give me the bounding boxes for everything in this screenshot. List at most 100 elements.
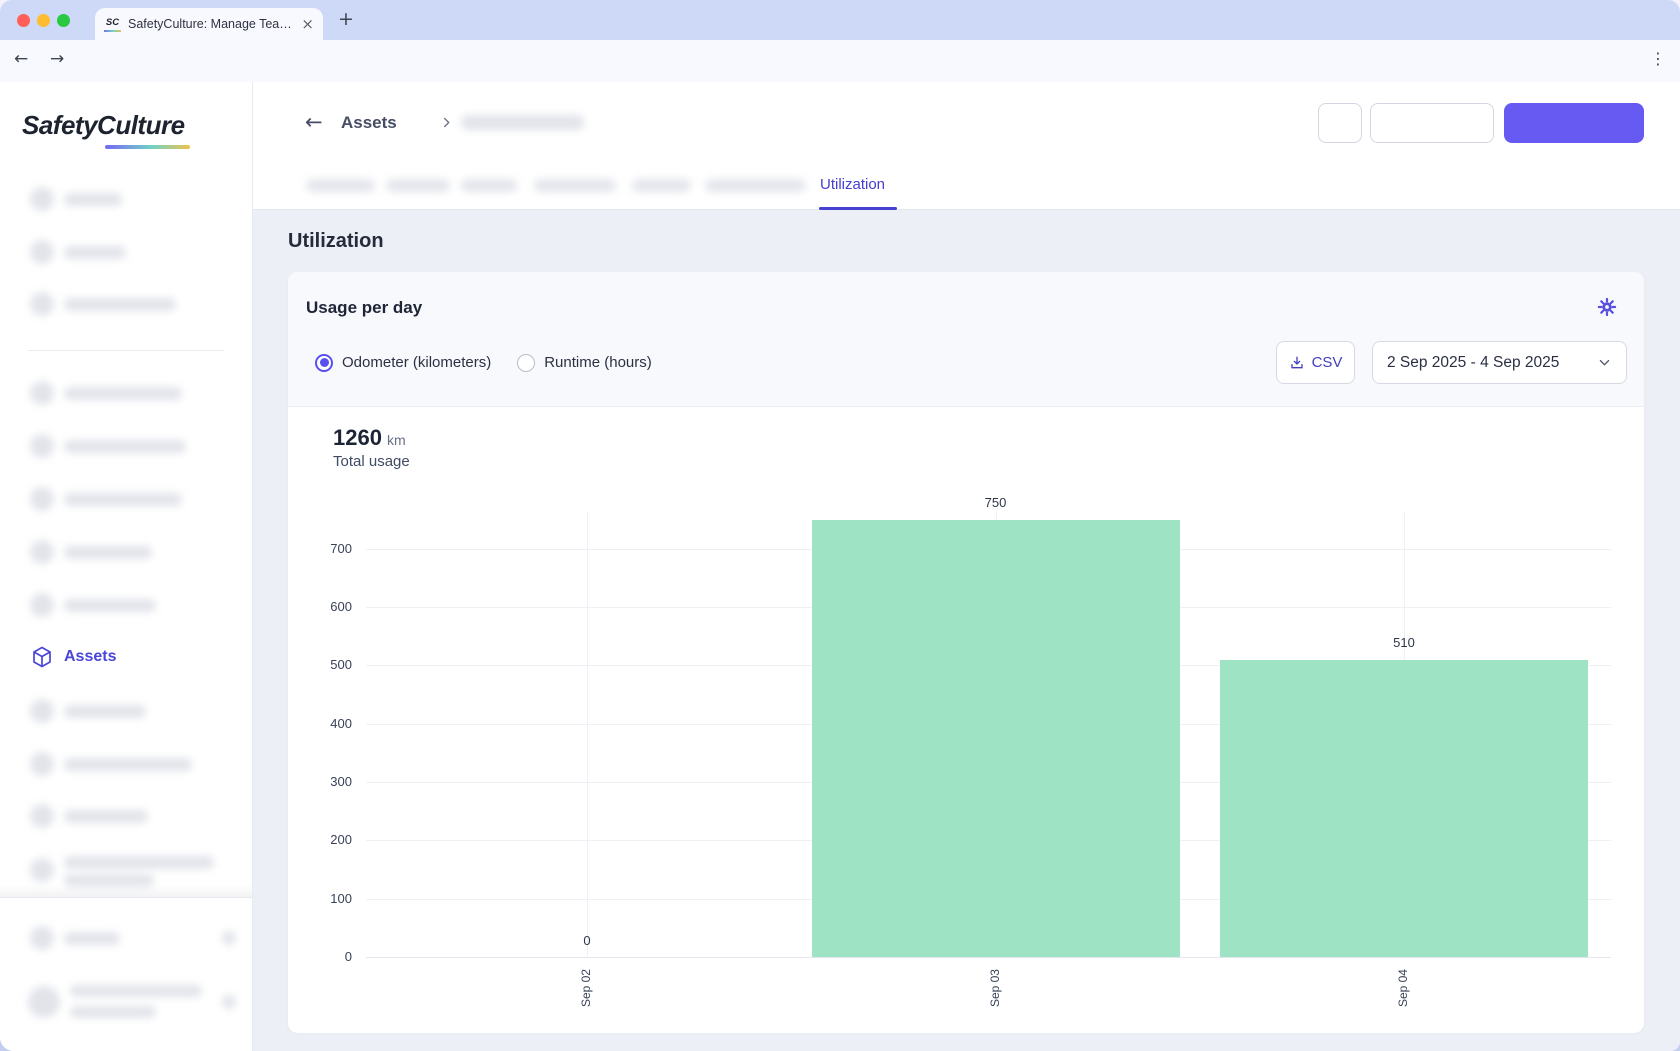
main-panel: ← Assets Utilization Utilization Usage p…: [253, 82, 1680, 1051]
chevron-right-icon: [439, 115, 454, 130]
bar-value-label: 750: [936, 495, 1056, 510]
bar-chart: 01002003004005006007000Sep 02750Sep 0351…: [288, 407, 1644, 1033]
y-tick-label: 100: [292, 891, 352, 906]
window-close-button[interactable]: [17, 14, 30, 27]
sidebar-item-blurred[interactable]: [0, 585, 252, 625]
y-tick-label: 0: [292, 949, 352, 964]
radio-odometer[interactable]: [315, 354, 333, 372]
cube-icon: [30, 645, 54, 669]
sidebar-item-icon-blurred: [30, 240, 54, 264]
x-axis-label: Sep 03: [988, 969, 1002, 1007]
header-primary-button[interactable]: [1504, 103, 1644, 143]
chevron-down-icon: [1597, 355, 1612, 370]
sidebar: SafetyCulture Assets: [0, 82, 253, 1051]
browser-tab-strip: SC SafetyCulture: Manage Teams and... × …: [0, 0, 1680, 40]
sidebar-item-icon-blurred: [30, 487, 54, 511]
sidebar-item-blurred[interactable]: [0, 796, 252, 836]
bar-value-label: 0: [527, 933, 647, 948]
sidebar-item-blurred[interactable]: [0, 232, 252, 272]
sidebar-item-blurred[interactable]: [0, 691, 252, 731]
y-tick-label: 600: [292, 599, 352, 614]
sidebar-item-blurred[interactable]: [0, 850, 252, 890]
sidebar-user-account-blurred[interactable]: [0, 974, 252, 1030]
sidebar-bottom-shadow: [0, 885, 252, 897]
y-tick-label: 400: [292, 716, 352, 731]
page-title: Utilization: [288, 230, 384, 253]
y-tick-label: 700: [292, 541, 352, 556]
date-range-value: 2 Sep 2025 - 4 Sep 2025: [1387, 354, 1597, 372]
tab-blurred[interactable]: [306, 179, 375, 192]
sidebar-item-icon-blurred: [30, 381, 54, 405]
gear-icon[interactable]: [1596, 296, 1618, 318]
sidebar-item-blurred[interactable]: [0, 426, 252, 466]
sidebar-item-icon-blurred: [30, 540, 54, 564]
sidebar-item-icon-blurred: [30, 699, 54, 723]
x-axis-label: Sep 04: [1396, 969, 1410, 1007]
header-secondary-button[interactable]: [1370, 103, 1494, 143]
download-icon: [1289, 355, 1305, 371]
browser-toolbar: ← → https://app.au.safetyculture.com/ass…: [0, 40, 1680, 82]
card-title: Usage per day: [306, 298, 422, 318]
breadcrumb-asset-name-blurred: [461, 115, 584, 130]
browser-tab[interactable]: SC SafetyCulture: Manage Teams and... ×: [95, 8, 323, 40]
sidebar-item-icon-blurred: [30, 187, 54, 211]
browser-window: SC SafetyCulture: Manage Teams and... × …: [0, 0, 1680, 1051]
tab-blurred[interactable]: [632, 179, 691, 192]
usage-bar[interactable]: [812, 520, 1180, 958]
tab-close-icon[interactable]: ×: [301, 16, 314, 32]
sidebar-item-blurred[interactable]: [0, 284, 252, 324]
csv-download-button[interactable]: CSV: [1276, 341, 1355, 384]
x-axis-label: Sep 02: [579, 969, 593, 1007]
usage-bar[interactable]: [1220, 660, 1588, 958]
sidebar-divider: [28, 350, 224, 351]
sidebar-item-blurred[interactable]: [0, 532, 252, 572]
sidebar-item-blurred[interactable]: [0, 179, 252, 219]
x-gridline: [587, 512, 588, 957]
tab-utilization[interactable]: Utilization: [820, 176, 885, 193]
page-header: ← Assets Utilization: [253, 82, 1680, 210]
bar-value-label: 510: [1344, 635, 1464, 650]
sidebar-item-icon-blurred: [30, 292, 54, 316]
sidebar-item-label: Assets: [64, 637, 116, 677]
radio-odometer-label[interactable]: Odometer (kilometers): [342, 354, 491, 371]
tab-blurred[interactable]: [461, 179, 517, 192]
tab-blurred[interactable]: [386, 179, 450, 192]
y-tick-label: 200: [292, 832, 352, 847]
sidebar-item-blurred[interactable]: [0, 373, 252, 413]
breadcrumb-assets-link[interactable]: Assets: [341, 113, 397, 133]
y-gridline: [366, 957, 1611, 958]
forward-icon[interactable]: →: [50, 49, 64, 69]
sidebar-item-icon-blurred: [30, 752, 54, 776]
sidebar-item-help-blurred[interactable]: [0, 918, 252, 958]
sidebar-bottom-divider: [0, 897, 252, 898]
kebab-menu-icon[interactable]: ⋮: [1650, 49, 1666, 68]
usage-per-day-card: Usage per day: [287, 271, 1645, 1032]
logo-gradient-underline: [105, 145, 190, 149]
window-minimize-button[interactable]: [37, 14, 50, 27]
radio-runtime[interactable]: [517, 354, 535, 372]
sidebar-item-icon-blurred: [30, 434, 54, 458]
sidebar-item-blurred[interactable]: [0, 479, 252, 519]
back-icon[interactable]: ←: [14, 49, 28, 69]
tab-blurred[interactable]: [534, 179, 616, 192]
sidebar-item-icon-blurred: [30, 804, 54, 828]
new-tab-button[interactable]: +: [338, 8, 354, 30]
user-avatar-blurred: [28, 986, 60, 1018]
metric-radio-group: Odometer (kilometers) Runtime (hours): [315, 341, 678, 384]
sidebar-item-icon-blurred: [30, 593, 54, 617]
sidebar-item-blurred[interactable]: [0, 744, 252, 784]
safetyculture-logo: SafetyCulture: [22, 110, 185, 141]
safetyculture-favicon: SC: [104, 16, 121, 32]
sidebar-item-assets[interactable]: Assets: [0, 637, 252, 677]
date-range-select[interactable]: 2 Sep 2025 - 4 Sep 2025: [1372, 341, 1627, 384]
y-tick-label: 500: [292, 657, 352, 672]
content-area: Utilization Usage per day: [253, 210, 1680, 1051]
csv-label: CSV: [1312, 354, 1343, 371]
tab-blurred[interactable]: [705, 179, 806, 192]
radio-runtime-label[interactable]: Runtime (hours): [544, 354, 652, 371]
chart-section: 1260km Total usage 010020030040050060070…: [288, 406, 1644, 1033]
tab-title: SafetyCulture: Manage Teams and...: [128, 17, 294, 31]
window-zoom-button[interactable]: [57, 14, 70, 27]
header-icon-button[interactable]: [1318, 103, 1362, 143]
back-button[interactable]: ←: [305, 110, 323, 134]
